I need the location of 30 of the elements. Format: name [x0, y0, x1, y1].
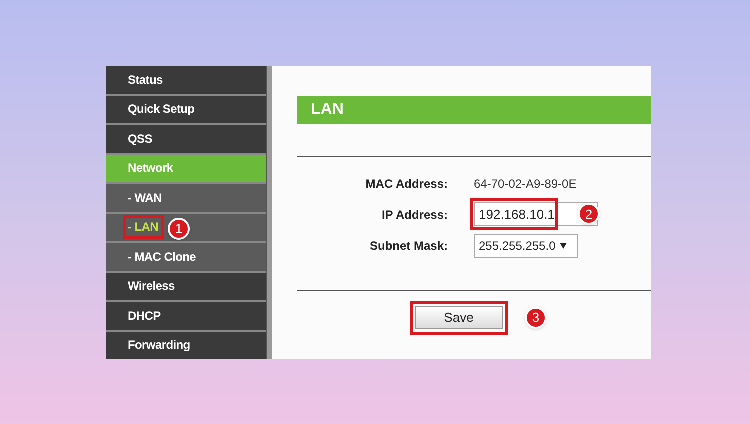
sidebar-item[interactable]: - MAC Clone	[106, 243, 266, 270]
menu-label: - LAN	[126, 218, 160, 236]
menu-label: Quick Setup	[127, 101, 196, 118]
sidebar-item[interactable]: Forwarding	[106, 332, 266, 359]
step-number-badge: 3	[525, 307, 547, 329]
mac-value: 64-70-02-A9-89-0E	[474, 176, 577, 190]
field-label: MAC Address:	[364, 176, 448, 192]
sidebar-item[interactable]: Quick Setup	[106, 96, 266, 123]
menu-label: Status	[127, 72, 164, 89]
sidebar-item[interactable]: - WAN	[106, 184, 266, 212]
menu-label: QSS	[127, 130, 154, 148]
sidebar-item[interactable]: Wireless	[106, 272, 266, 300]
menu-label: DHCP	[127, 308, 162, 325]
menu-label: - WAN	[127, 190, 163, 207]
sidebar-item[interactable]: QSS	[106, 125, 266, 152]
menu-label: Wireless	[127, 278, 176, 296]
subnet-mask-select[interactable]: 255.255.255.0	[474, 234, 578, 258]
menu-label: - MAC Clone	[127, 248, 198, 266]
menu-label: Forwarding	[127, 337, 192, 354]
sidebar-item[interactable]: Status	[106, 66, 266, 94]
field-label: Subnet Mask:	[368, 238, 448, 254]
step-number-badge: 1	[168, 218, 190, 240]
section-title: LAN	[311, 100, 344, 120]
select-value: 255.255.255.0	[479, 238, 556, 254]
dropdown-caret-icon	[560, 242, 567, 248]
menu-label: Network	[127, 160, 174, 178]
field-label: IP Address:	[380, 206, 448, 224]
sidebar-item[interactable]: - LAN 1	[106, 214, 266, 241]
sidebar-item[interactable]: DHCP	[106, 302, 266, 330]
save-button[interactable]: Save	[415, 306, 503, 330]
